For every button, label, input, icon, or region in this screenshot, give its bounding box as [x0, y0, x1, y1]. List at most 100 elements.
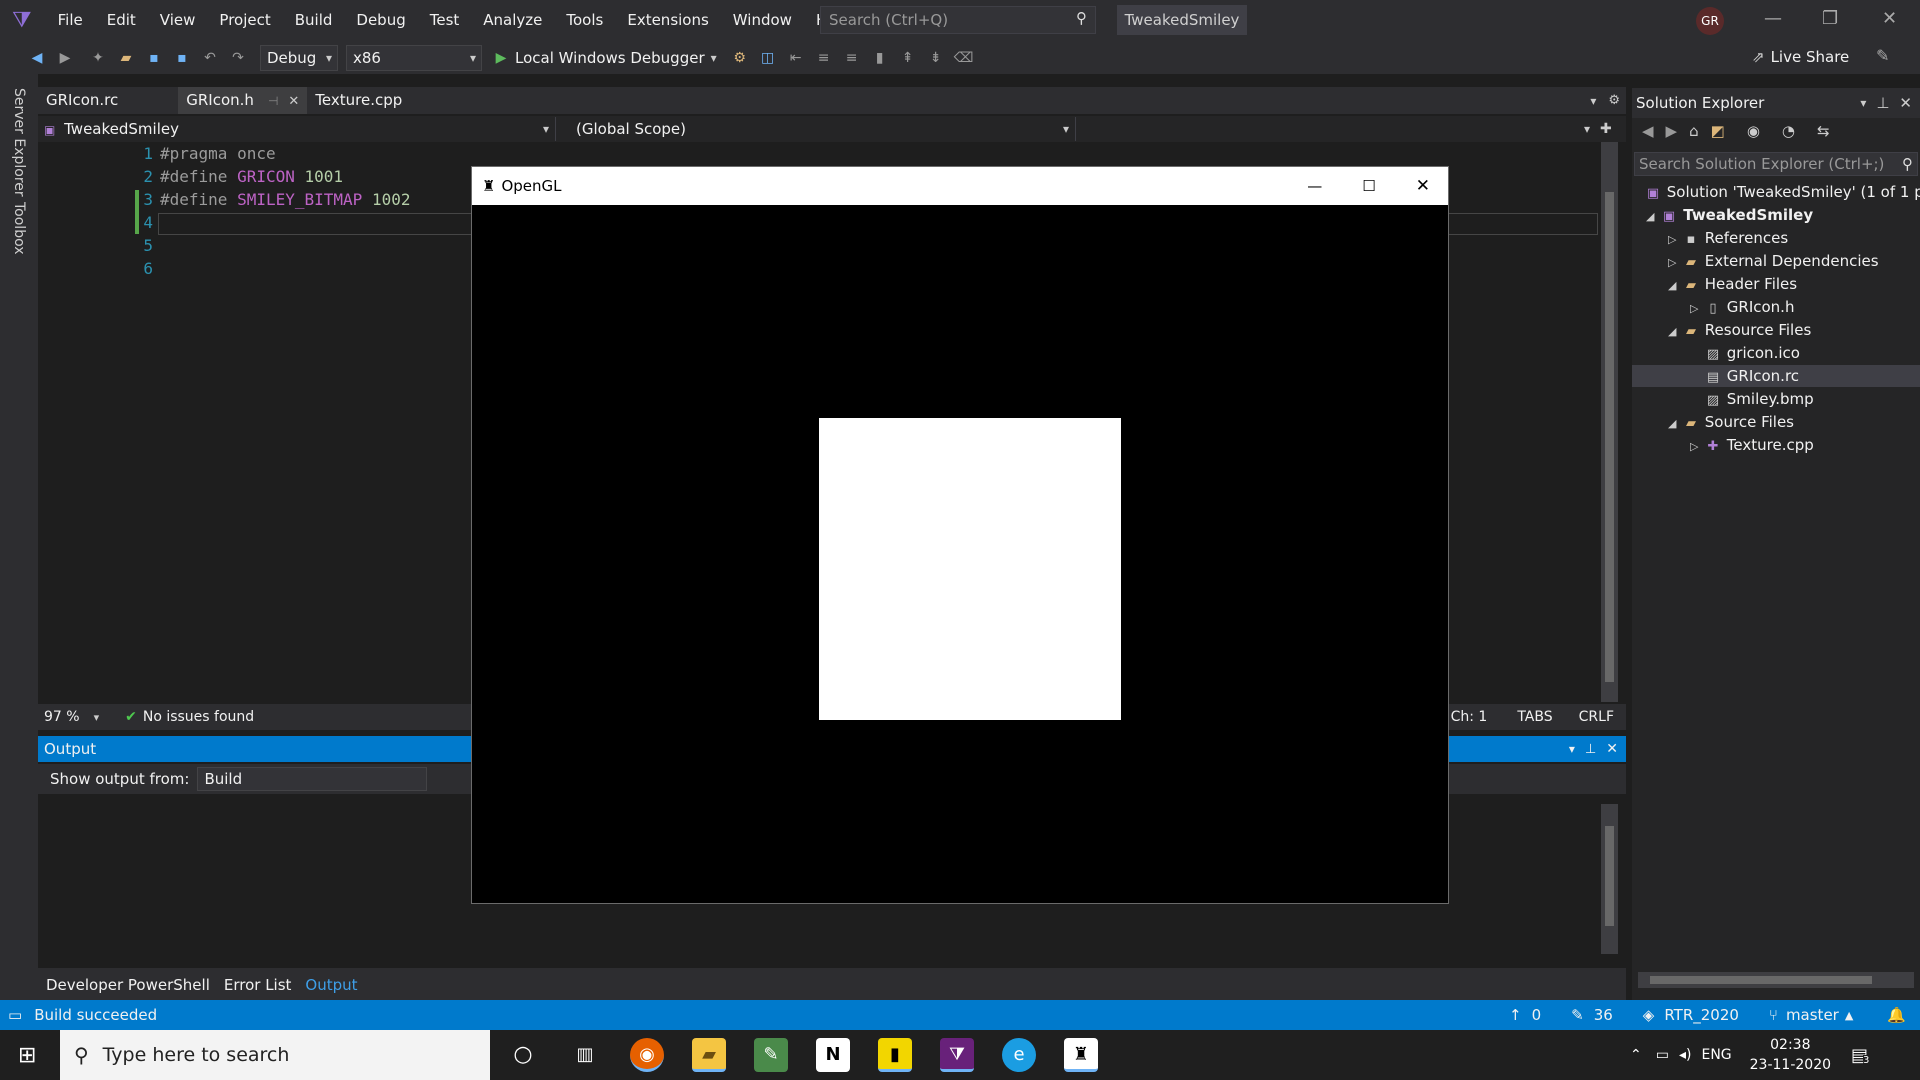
maximize-icon[interactable]: ☐: [1362, 177, 1375, 195]
sticky-notes-icon[interactable]: ▮: [878, 1038, 912, 1072]
menu-project[interactable]: Project: [207, 0, 282, 41]
collapsed-arrow-icon[interactable]: ▷: [1690, 436, 1704, 458]
menu-test[interactable]: Test: [418, 0, 472, 41]
close-icon[interactable]: ✕: [1882, 8, 1897, 29]
undo-icon[interactable]: ↶: [199, 47, 221, 69]
resource-files-node[interactable]: ◢ ▰ Resource Files: [1668, 319, 1811, 341]
process-icon[interactable]: ⚙: [729, 47, 751, 69]
file-explorer-icon[interactable]: ▰: [692, 1038, 726, 1072]
file-node[interactable]: ▨ Smiley.bmp: [1704, 388, 1814, 410]
expanded-arrow-icon[interactable]: ◢: [1668, 413, 1682, 435]
volume-icon[interactable]: ◂): [1679, 1047, 1692, 1063]
tab-error-list[interactable]: Error List: [224, 976, 292, 994]
menu-tools[interactable]: Tools: [554, 0, 615, 41]
solution-node[interactable]: ▣ Solution 'TweakedSmiley' (1 of 1 pro: [1644, 181, 1920, 203]
chevron-down-icon[interactable]: ▾: [1860, 96, 1866, 110]
refresh-icon[interactable]: ⇆: [1817, 122, 1830, 140]
live-share-button[interactable]: ⇗ Live Share: [1752, 48, 1849, 66]
menu-file[interactable]: File: [46, 0, 95, 41]
tab-output[interactable]: Output: [305, 976, 357, 994]
cortana-icon[interactable]: ○: [506, 1038, 540, 1072]
menu-extensions[interactable]: Extensions: [615, 0, 720, 41]
expanded-arrow-icon[interactable]: ◢: [1668, 321, 1682, 343]
pending-changes-icon[interactable]: ◔: [1782, 122, 1795, 140]
pending-changes-count[interactable]: 36: [1594, 1006, 1613, 1024]
config-combo[interactable]: Debug: [260, 44, 338, 71]
debugger-dropdown-icon[interactable]: ▾: [711, 51, 717, 65]
menu-window[interactable]: Window: [721, 0, 804, 41]
opengl-app-icon[interactable]: ♜: [1064, 1038, 1098, 1072]
redo-icon[interactable]: ↷: [227, 47, 249, 69]
clock[interactable]: 02:38 23-11-2020: [1750, 1035, 1831, 1075]
expanded-arrow-icon[interactable]: ◢: [1646, 206, 1660, 228]
new-project-icon[interactable]: ✦: [87, 47, 109, 69]
browser-icon[interactable]: ◫: [757, 47, 779, 69]
menu-debug[interactable]: Debug: [344, 0, 417, 41]
debugger-button[interactable]: Local Windows Debugger: [515, 49, 705, 67]
pin-icon[interactable]: ⊥: [1876, 94, 1889, 112]
branch-name[interactable]: master: [1786, 1006, 1839, 1024]
close-icon[interactable]: ✕: [1416, 176, 1430, 196]
pin-icon[interactable]: ⊣: [268, 94, 278, 108]
member-combo[interactable]: ▾: [1076, 117, 1596, 141]
source-files-node[interactable]: ◢ ▰ Source Files: [1668, 411, 1794, 433]
file-node-selected[interactable]: ▤ GRIcon.rc: [1632, 365, 1920, 387]
file-node[interactable]: ▷ ▯ GRIcon.h: [1690, 296, 1794, 318]
file-node[interactable]: ▨ gricon.ico: [1704, 342, 1800, 364]
branch-icon[interactable]: ⑂: [1769, 1006, 1778, 1024]
tab-texture-cpp[interactable]: Texture.cpp: [307, 87, 410, 114]
expanded-arrow-icon[interactable]: ◢: [1668, 275, 1682, 297]
close-icon[interactable]: ✕: [1899, 94, 1912, 112]
tab-settings-icon[interactable]: ⚙: [1608, 93, 1620, 108]
chevron-down-icon[interactable]: ▾: [1569, 742, 1575, 756]
server-explorer-tab[interactable]: Server Explorer: [11, 88, 27, 197]
line-ending-indicator[interactable]: CRLF: [1579, 709, 1614, 725]
task-view-icon[interactable]: ▥: [568, 1038, 602, 1072]
project-combo[interactable]: ▣ TweakedSmiley ▾: [38, 117, 556, 141]
file-node[interactable]: ▷ ✚ Texture.cpp: [1690, 434, 1814, 456]
vs-logo-icon[interactable]: ⧩: [12, 8, 32, 33]
back-icon[interactable]: ◀: [26, 47, 48, 69]
se-search-input[interactable]: Search Solution Explorer (Ctrl+;) ⚲: [1634, 152, 1918, 176]
save-icon[interactable]: ▪: [143, 47, 165, 69]
tab-list-dropdown-icon[interactable]: ▾: [1590, 94, 1596, 108]
prev-bookmark-icon[interactable]: ⇞: [897, 47, 919, 69]
chevron-up-icon[interactable]: ⌃: [1630, 1047, 1642, 1063]
arrow-up-icon[interactable]: ↑: [1509, 1006, 1522, 1024]
bookmark-icon[interactable]: ▮: [869, 47, 891, 69]
tabs-indicator[interactable]: TABS: [1517, 709, 1552, 725]
tab-developer-powershell[interactable]: Developer PowerShell: [46, 976, 210, 994]
collapsed-arrow-icon[interactable]: ▷: [1668, 252, 1682, 274]
tab-gricon-rc[interactable]: GRIcon.rc: [38, 87, 126, 114]
se-horizontal-scrollbar[interactable]: [1638, 972, 1914, 988]
repo-icon[interactable]: ◈: [1643, 1006, 1655, 1024]
output-vertical-scrollbar[interactable]: [1601, 804, 1618, 954]
user-avatar[interactable]: GR: [1696, 7, 1724, 35]
external-deps-node[interactable]: ▷ ▰ External Dependencies: [1668, 250, 1879, 272]
menu-edit[interactable]: Edit: [95, 0, 148, 41]
scrollbar-thumb[interactable]: [1605, 826, 1614, 926]
toolbox-tab[interactable]: Toolbox: [11, 202, 27, 255]
project-node[interactable]: ◢ ▣ TweakedSmiley: [1646, 204, 1813, 226]
close-icon[interactable]: ✕: [1606, 741, 1618, 757]
scope-combo[interactable]: (Global Scope) ▾: [556, 117, 1076, 141]
close-tab-icon[interactable]: ✕: [288, 94, 299, 109]
notifications-bell-icon[interactable]: 🔔: [1887, 1006, 1906, 1024]
action-center-icon[interactable]: ▤ 3: [1851, 1045, 1870, 1066]
menu-build[interactable]: Build: [283, 0, 345, 41]
references-node[interactable]: ▷ ▪ References: [1668, 227, 1788, 249]
chevron-up-icon[interactable]: ▲: [1845, 1009, 1853, 1022]
scrollbar-thumb[interactable]: [1650, 976, 1872, 984]
unpushed-count[interactable]: 0: [1532, 1006, 1542, 1024]
step-icon[interactable]: ⇤: [785, 47, 807, 69]
zoom-combo[interactable]: 97 %: [44, 709, 80, 725]
opengl-title-bar[interactable]: ♜ OpenGL — ☐ ✕: [472, 167, 1448, 205]
indent-icon[interactable]: ≡: [813, 47, 835, 69]
opengl-canvas[interactable]: [472, 205, 1448, 903]
visual-studio-icon[interactable]: ⧩: [940, 1038, 974, 1072]
minimize-icon[interactable]: —: [1764, 8, 1782, 29]
opengl-window[interactable]: ♜ OpenGL — ☐ ✕: [471, 166, 1449, 904]
minimize-icon[interactable]: —: [1307, 177, 1322, 195]
switch-views-icon[interactable]: ◩: [1711, 122, 1725, 140]
scrollbar-thumb[interactable]: [1605, 192, 1614, 682]
